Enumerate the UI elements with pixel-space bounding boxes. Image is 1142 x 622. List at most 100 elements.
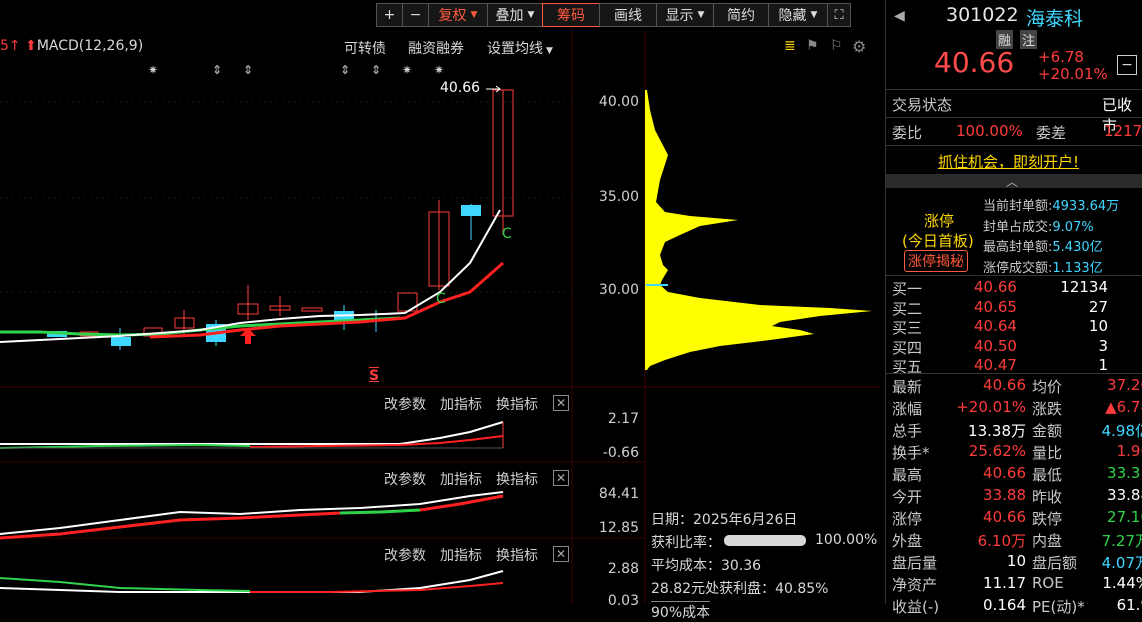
quote-row: 今开 33.88 昨收 33.88 (892, 486, 1142, 508)
stock-name[interactable]: 海泰科 (1026, 4, 1083, 31)
fullscreen-button[interactable]: ⛶ (827, 3, 851, 27)
quote-label: 内盘 (1032, 532, 1063, 550)
draw-line-button[interactable]: 画线 (599, 3, 657, 27)
quote-label: 涨幅 (892, 400, 923, 418)
kline-chart-area[interactable]: ✷ ⇕ ⇕ ⇕ ⇕ ✷ ✷ 5↑ ⬆MACD(12,26,9) 可转债 融资融券 设置均线… (0, 30, 880, 621)
quote-label: 昨收 (1032, 488, 1063, 506)
high-price-label: 40.66 (440, 80, 481, 96)
zoom-in-button[interactable]: + (376, 3, 403, 27)
bid-row[interactable]: 买五 40.47 1 (892, 356, 1142, 378)
change-params-button[interactable]: 改参数 (384, 545, 426, 565)
quote-label: 换手* (892, 444, 930, 462)
svg-text:✷: ✷ (434, 63, 444, 77)
svg-text:✷: ✷ (148, 63, 158, 77)
overlay-dropdown[interactable]: 叠加 ▼ (487, 3, 543, 27)
profit-ratio-value: 100.00% (815, 532, 878, 548)
gear-icon[interactable]: ⚙ (852, 37, 866, 56)
display-label: 显示 (665, 8, 694, 24)
sub3-top-tick: 2.88 (607, 561, 639, 577)
display-dropdown[interactable]: 显示 ▼ (656, 3, 714, 27)
max-seal-label: 最高封单额: (983, 240, 1053, 255)
indicator-prefix: 5 (0, 38, 9, 54)
quote-value: ▲6.78 (1105, 398, 1142, 416)
seal-amount-value: 4933.64万 (1052, 199, 1120, 214)
simple-button[interactable]: 简约 (713, 3, 769, 27)
switch-indicator-button[interactable]: 换指标 (496, 469, 538, 489)
indicator-mark-icon: ⬆ (25, 38, 37, 54)
flag-icon[interactable]: ⚑ (806, 38, 819, 54)
quote-row: 净资产 11.17 ROE 1.44% (892, 574, 1142, 596)
svg-text:⇕: ⇕ (340, 63, 350, 77)
last-price: 40.66 (934, 46, 1015, 79)
close-icon[interactable]: ✕ (553, 546, 569, 562)
margin-trading-link[interactable]: 融资融券 (408, 38, 464, 58)
quote-value: 6.10万 (977, 532, 1026, 550)
switch-indicator-button[interactable]: 换指标 (496, 394, 538, 414)
quote-label: 外盘 (892, 532, 923, 550)
switch-indicator-button[interactable]: 换指标 (496, 545, 538, 565)
limit-turnover-value: 1.133亿 (1052, 261, 1103, 276)
set-ma-dropdown[interactable]: 设置均线 ▼ (487, 38, 553, 58)
quote-value: 13.38万 (968, 422, 1026, 440)
profit-ratio-bar (724, 535, 806, 546)
price-tick-35: 35.00 (598, 189, 639, 205)
open-account-link[interactable]: 抓住机会，即刻开户! (938, 151, 1079, 172)
chip-list-icon[interactable]: ≣ (784, 38, 796, 54)
stock-code: 301022 (946, 4, 1019, 26)
change-params-button[interactable]: 改参数 (384, 469, 426, 489)
quote-row: 总手 13.38万金额 4.98亿 (892, 420, 1142, 442)
quote-label: 量比 (1032, 444, 1063, 462)
quote-label: 均价 (1032, 378, 1063, 396)
max-seal-value: 5.430亿 (1052, 240, 1103, 255)
quote-label: 最高 (892, 466, 923, 484)
quote-value: 7.27万 (1101, 532, 1142, 550)
margin-trading-label: 融资融券 (408, 41, 464, 57)
change-params-button[interactable]: 改参数 (384, 394, 426, 414)
convertible-bond-link[interactable]: 可转债 (344, 38, 386, 58)
indicator-name: MACD(12,26,9) (36, 38, 144, 54)
up-arrow-icon: ↑ (8, 38, 21, 54)
quote-label: 涨停 (892, 510, 923, 528)
quote-row: 换手* 25.62% 量比 1.96 (892, 442, 1142, 464)
zoom-out-button[interactable]: − (402, 3, 429, 27)
close-icon[interactable]: ✕ (553, 470, 569, 486)
macd-red (249, 435, 504, 448)
add-indicator-button[interactable]: 加指标 (440, 394, 482, 414)
candle (301, 307, 323, 312)
quote-value: 33.31 (1107, 464, 1142, 482)
kdj-green (339, 508, 421, 515)
chart-toolbar: + − 复权 ▼ 叠加 ▼ 筹码 画线 显示 ▼ 简约 隐藏 ▼ ⛶ (376, 3, 851, 29)
ma-green (0, 316, 401, 337)
quote-value: 1.44% (1102, 574, 1142, 592)
minus-icon: − (409, 7, 422, 23)
limit-up-title: 涨停 (924, 212, 955, 230)
quote-value: 40.66 (983, 464, 1026, 482)
limit-up-reveal-button[interactable]: 涨停揭秘 (904, 250, 968, 272)
bid-level-label: 买二 (892, 299, 923, 318)
close-icon[interactable]: ✕ (553, 395, 569, 411)
chip-button[interactable]: 筹码 (542, 3, 600, 27)
add-indicator-button[interactable]: 加指标 (440, 469, 482, 489)
add-indicator-button[interactable]: 加指标 (440, 545, 482, 565)
candles (47, 89, 514, 350)
kdj-white (0, 491, 504, 535)
prev-stock-icon[interactable]: ◀ (894, 8, 905, 24)
quote-value: 33.88 (1107, 486, 1142, 504)
quote-row: 收益(-) 0.164 PE(动)* 61.9 (892, 596, 1142, 618)
draw-line-label: 画线 (614, 8, 642, 24)
ma-red (149, 261, 504, 339)
candle (111, 337, 131, 346)
bid-volume: 27 (1088, 297, 1108, 316)
flag-outline-icon[interactable]: ⚐ (830, 38, 843, 54)
bid-price: 40.47 (974, 356, 1017, 374)
indicator-header[interactable]: 5↑ ⬆MACD(12,26,9) (0, 38, 143, 54)
fuquan-dropdown[interactable]: 复权 ▼ (428, 3, 488, 27)
candle (461, 205, 481, 216)
collapse-bar[interactable]: ︿ (886, 174, 1142, 189)
hide-dropdown[interactable]: 隐藏 ▼ (768, 3, 828, 27)
quote-value: 0.164 (983, 596, 1026, 614)
quote-value: 40.66 (983, 376, 1026, 394)
bid-level-label: 买一 (892, 280, 923, 298)
remove-watch-button[interactable]: − (1117, 55, 1137, 75)
quote-label: PE(动)* (1032, 598, 1085, 616)
